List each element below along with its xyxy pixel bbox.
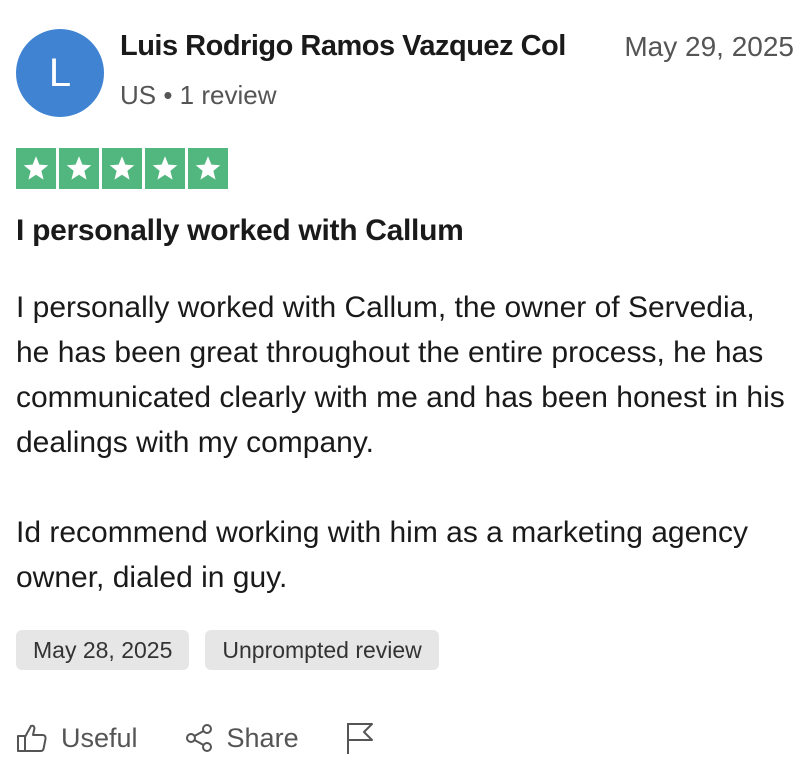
share-icon bbox=[184, 723, 214, 753]
useful-button[interactable]: Useful bbox=[16, 723, 138, 754]
reviewer-name[interactable]: Luis Rodrigo Ramos Vazquez Col bbox=[120, 30, 566, 63]
share-label: Share bbox=[226, 722, 299, 753]
star-icon bbox=[102, 148, 142, 189]
star-icon bbox=[16, 148, 56, 189]
review-body: I personally worked with Callum, the own… bbox=[16, 285, 796, 600]
review-actions: Useful Share bbox=[16, 716, 421, 760]
unprompted-review-tag[interactable]: Unprompted review bbox=[205, 630, 439, 670]
star-icon bbox=[145, 148, 185, 189]
review-paragraph: I personally worked with Callum, the own… bbox=[16, 291, 785, 459]
experience-date-tag: May 28, 2025 bbox=[16, 630, 190, 670]
review-date: May 29, 2025 bbox=[624, 31, 794, 62]
share-button[interactable]: Share bbox=[184, 723, 299, 754]
avatar[interactable]: L bbox=[16, 29, 104, 117]
review-title[interactable]: I personally worked with Callum bbox=[16, 214, 464, 248]
star-icon bbox=[188, 148, 228, 189]
flag-button[interactable] bbox=[345, 721, 375, 755]
thumbs-up-icon bbox=[16, 723, 48, 753]
flag-icon bbox=[345, 721, 375, 755]
useful-label: Useful bbox=[61, 722, 138, 753]
review-tags: May 28, 2025 Unprompted review bbox=[16, 630, 439, 670]
star-icon bbox=[59, 148, 99, 189]
avatar-initial: L bbox=[48, 50, 72, 95]
review-paragraph: Id recommend working with him as a marke… bbox=[16, 516, 748, 594]
reviewer-meta: US • 1 review bbox=[120, 80, 277, 110]
star-rating bbox=[16, 148, 228, 189]
